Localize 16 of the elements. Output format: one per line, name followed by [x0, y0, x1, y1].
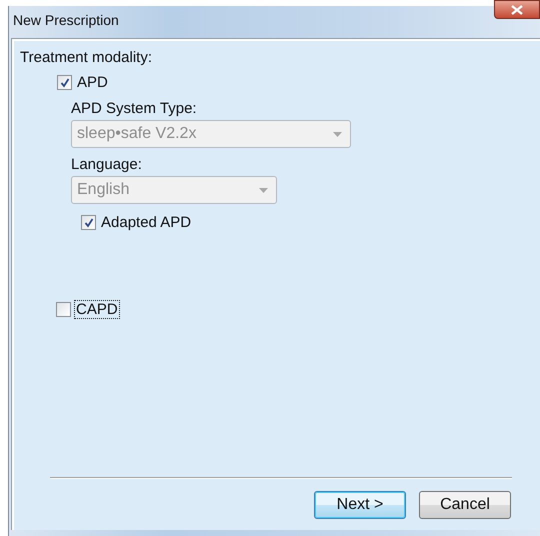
checkbox-label[interactable]: Adapted APD: [100, 214, 192, 231]
field-label: Language:: [71, 156, 143, 173]
close-icon: [511, 4, 523, 14]
close-button[interactable]: [494, 0, 540, 19]
checkbox[interactable]: [56, 302, 71, 317]
caret-icon: [259, 188, 268, 192]
section-label: Treatment modality:: [20, 49, 153, 66]
checkbox[interactable]: [81, 215, 96, 230]
checkbox-label[interactable]: APD: [76, 74, 109, 91]
checkbox-label[interactable]: CAPD: [75, 301, 119, 318]
caret-icon: [333, 132, 342, 136]
cancel-button[interactable]: Cancel: [419, 491, 511, 519]
window-title: New Prescription: [13, 12, 119, 28]
field-label: APD System Type:: [71, 100, 198, 117]
checkbox[interactable]: [57, 75, 72, 90]
next-button[interactable]: Next >: [314, 491, 406, 519]
